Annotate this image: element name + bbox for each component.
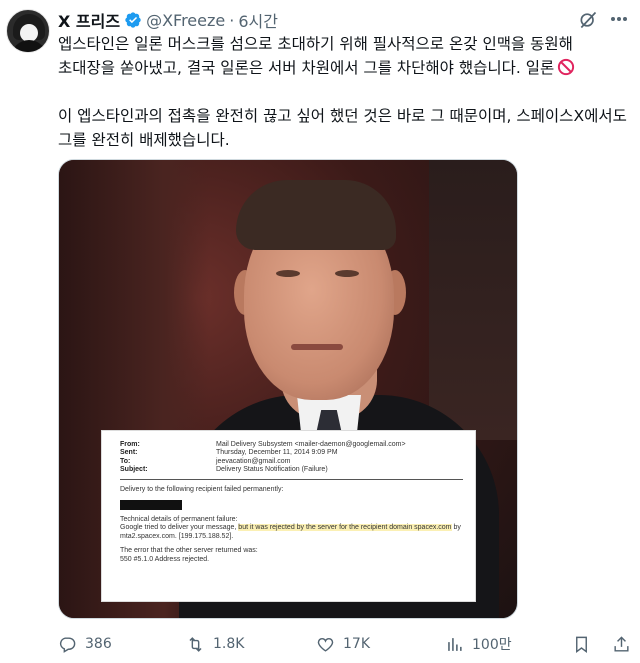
email-to-value: jeevacation@gmail.com: [216, 457, 291, 465]
share-icon: [614, 635, 629, 652]
tweet-media-image[interactable]: From: Mail Delivery Subsystem <mailer-da…: [58, 159, 518, 619]
photo-eye-left: [276, 270, 300, 277]
post-time[interactable]: 6시간: [238, 8, 278, 32]
avatar-body: [11, 40, 47, 52]
tweet-paragraph-1-text: 엡스타인은 일론 머스크를 섬으로 초대하기 위해 필사적으로 온갖 인맥을 동…: [58, 35, 573, 77]
email-to-row: To: jeevacation@gmail.com: [120, 458, 463, 466]
email-subject-value: Delivery Status Notification (Failure): [216, 466, 328, 474]
reply-icon: [59, 636, 76, 653]
photo-eye-right: [335, 270, 359, 277]
email-to-label: To:: [120, 457, 131, 465]
views-button[interactable]: 100만: [445, 634, 512, 654]
repost-count: 1.8K: [213, 636, 245, 652]
grok-icon[interactable]: [578, 10, 598, 30]
reply-button[interactable]: 386: [58, 635, 112, 654]
bookmark-button[interactable]: [572, 635, 591, 654]
photo-hair: [236, 180, 396, 250]
author-handle[interactable]: @XFreeze: [146, 11, 225, 30]
no-entry-icon: [558, 58, 575, 76]
more-icon[interactable]: [608, 8, 630, 30]
email-error-title: The error that the other server returned…: [120, 547, 258, 555]
email-details-body: Google tried to deliver your message, bu…: [120, 524, 463, 541]
avatar[interactable]: [6, 9, 50, 53]
email-failure-line: Delivery to the following recipient fail…: [120, 485, 284, 493]
repost-icon: [189, 636, 202, 652]
email-subject-row: Subject: Delivery Status Notification (F…: [120, 466, 463, 474]
email-from-label: From:: [120, 441, 140, 448]
photo-mouth: [291, 344, 343, 350]
redacted-block: [120, 500, 182, 511]
like-icon: [317, 637, 334, 652]
like-count: 17K: [343, 636, 370, 652]
email-sent-label: Sent:: [120, 449, 138, 457]
bookmark-icon: [576, 636, 587, 653]
verified-badge-icon: [125, 12, 141, 28]
email-details-highlight: but it was rejected by the server for th…: [238, 524, 452, 532]
share-button[interactable]: [612, 635, 631, 654]
email-sent-value: Thursday, December 11, 2014 9:09 PM: [216, 449, 338, 457]
email-divider: [120, 478, 463, 480]
image-background-panel: [429, 160, 517, 440]
views-icon: [448, 637, 462, 651]
email-subject-label: Subject:: [120, 466, 148, 474]
tweet[interactable]: X 프리즈 @XFreeze · 6시간 엡스타인은 일론 머스크를 섬으로 초…: [0, 0, 640, 663]
reply-count: 386: [85, 636, 112, 652]
email-screenshot: From: Mail Delivery Subsystem <mailer-da…: [101, 430, 476, 602]
like-button[interactable]: 17K: [316, 635, 370, 654]
email-sent-row: Sent: Thursday, December 11, 2014 9:09 P…: [120, 449, 463, 457]
separator-dot: ·: [229, 10, 235, 30]
tweet-text: 엡스타인은 일론 머스크를 섬으로 초대하기 위해 필사적으로 온갖 인맥을 동…: [58, 32, 630, 176]
email-details-title: Technical details of permanent failure:: [120, 516, 238, 524]
tweet-paragraph-1: 엡스타인은 일론 머스크를 섬으로 초대하기 위해 필사적으로 온갖 인맥을 동…: [58, 32, 630, 80]
tweet-paragraph-2: 이 엡스타인과의 접촉을 완전히 끊고 싶어 했던 것은 바로 그 때문이며, …: [58, 107, 627, 149]
email-from-value: Mail Delivery Subsystem <mailer-daemon@g…: [216, 441, 406, 448]
tweet-header: X 프리즈 @XFreeze · 6시간: [58, 8, 278, 32]
email-details-a: Google tried to deliver your message,: [120, 524, 239, 532]
author-name[interactable]: X 프리즈: [58, 8, 120, 32]
repost-button[interactable]: 1.8K: [186, 635, 244, 654]
email-error-code: 550 #5.1.0 Address rejected.: [120, 555, 210, 563]
views-count: 100만: [472, 637, 512, 653]
email-from-row: From: Mail Delivery Subsystem <mailer-da…: [120, 441, 463, 449]
action-bar: 386 1.8K 17K 100만: [58, 632, 632, 656]
